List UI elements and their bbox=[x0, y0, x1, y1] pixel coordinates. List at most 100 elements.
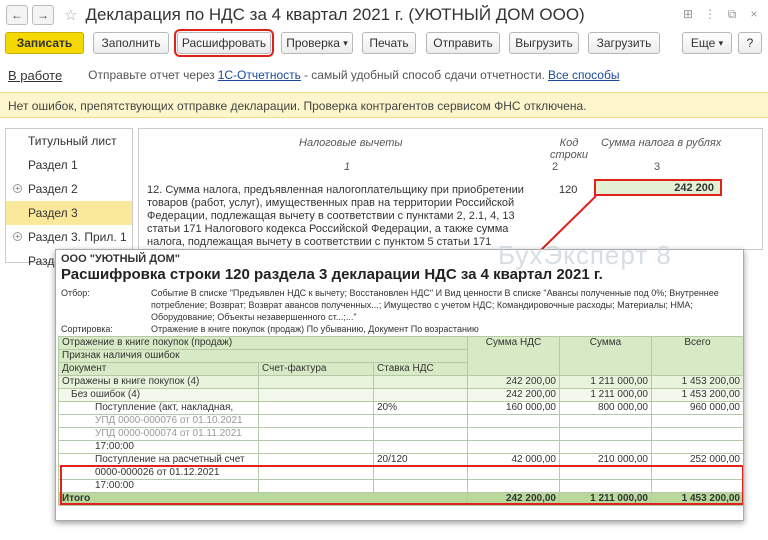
cell-total: 252 000,00 bbox=[651, 453, 743, 467]
cell-document: УПД 0000-000074 от 01.11.2021 bbox=[58, 427, 259, 441]
cell-document: 0000-000026 от 01.12.2021 bbox=[58, 466, 259, 480]
send-button[interactable]: Отправить bbox=[426, 32, 500, 54]
cell-invoice bbox=[258, 388, 374, 402]
check-button[interactable]: Проверка ▾ bbox=[281, 32, 353, 54]
cell-document: Поступление (акт, накладная, bbox=[58, 401, 259, 415]
export-button[interactable]: Выгрузить bbox=[509, 32, 579, 54]
watermark: БухЭксперт 8 bbox=[498, 240, 672, 270]
import-button[interactable]: Загрузить bbox=[588, 32, 660, 54]
tree-item-label: Раздел 1 bbox=[28, 158, 78, 172]
cell-rate bbox=[373, 375, 468, 389]
column-header-code: Код строки bbox=[549, 137, 589, 161]
header-sum: Сумма bbox=[559, 336, 652, 376]
tree-item-label: Разд bbox=[28, 254, 55, 268]
cell-vat: 42 000,00 bbox=[467, 453, 560, 467]
link-icon[interactable]: ⊞ bbox=[680, 6, 696, 22]
cell-sum: 1 211 000,00 bbox=[559, 388, 652, 402]
cell-sum: 800 000,00 bbox=[559, 401, 652, 415]
cell-vat: 242 200,00 bbox=[467, 375, 560, 389]
tree-item-section-2[interactable]: + Раздел 2 bbox=[6, 177, 132, 201]
check-button-label: Проверка bbox=[286, 36, 340, 50]
arrow-right-icon: → bbox=[37, 8, 49, 22]
cell-sum: 1 211 000,00 bbox=[559, 375, 652, 389]
arrow-left-icon: ← bbox=[11, 8, 23, 22]
chevron-down-icon: ▾ bbox=[343, 37, 348, 48]
total-label: Итого bbox=[58, 492, 468, 506]
toolbar: Записать Заполнить Расшифровать Проверка… bbox=[0, 29, 768, 57]
cell-total: 1 453 200,00 bbox=[651, 388, 743, 402]
window-controls: ⊞ ⋮ ⧉ × bbox=[680, 6, 762, 22]
cell-document: Без ошибок (4) bbox=[58, 388, 259, 402]
sort-label: Сортировка: bbox=[61, 324, 113, 334]
table-total-row: Итого 242 200,00 1 211 000,00 1 453 200,… bbox=[58, 492, 743, 506]
tree-item-label: Раздел 3. Прил. 1 bbox=[28, 230, 127, 244]
column-header-sum: Сумма налога в рублях bbox=[601, 137, 722, 149]
forward-button[interactable]: → bbox=[32, 5, 54, 25]
report-table: Отражение в книге покупок (продаж) Сумма… bbox=[58, 336, 743, 506]
cell-total: 960 000,00 bbox=[651, 401, 743, 415]
cell-document: Отражены в книге покупок (4) bbox=[58, 375, 259, 389]
info-text: Отправьте отчет через bbox=[88, 68, 215, 82]
expand-icon[interactable]: + bbox=[13, 184, 22, 193]
total-sum: 1 211 000,00 bbox=[559, 492, 652, 506]
header-invoice: Счет-фактура bbox=[258, 362, 374, 376]
table-row[interactable]: 0000-000026 от 01.12.2021 bbox=[58, 466, 743, 480]
header-vat-sum: Сумма НДС bbox=[467, 336, 560, 376]
help-button[interactable]: ? bbox=[738, 32, 762, 54]
tree-item-label: Титульный лист bbox=[28, 134, 117, 148]
print-button[interactable]: Печать bbox=[362, 32, 416, 54]
line-code: 120 bbox=[559, 184, 578, 196]
table-row[interactable]: Без ошибок (4) 242 200,00 1 211 000,00 1… bbox=[58, 388, 743, 402]
info-line: В работе Отправьте отчет через 1С-Отчетн… bbox=[8, 67, 758, 83]
header-document: Документ bbox=[58, 362, 259, 376]
tree-item-section-3-app-1[interactable]: + Раздел 3. Прил. 1 bbox=[6, 225, 132, 249]
cell-rate: 20/120 bbox=[373, 453, 468, 467]
record-button[interactable]: Записать bbox=[5, 32, 84, 54]
cell-invoice bbox=[258, 375, 374, 389]
1c-reporting-link[interactable]: 1С-Отчетность bbox=[218, 68, 301, 82]
back-button[interactable]: ← bbox=[6, 5, 28, 25]
cell-vat: 160 000,00 bbox=[467, 401, 560, 415]
total-vat: 242 200,00 bbox=[467, 492, 560, 506]
cell-sum: 210 000,00 bbox=[559, 453, 652, 467]
header-total: Всего bbox=[651, 336, 743, 376]
report-org: ООО "УЮТНЫЙ ДОМ" bbox=[61, 253, 181, 265]
column-number-3: 3 bbox=[654, 161, 661, 173]
all-methods-link[interactable]: Все способы bbox=[548, 68, 620, 82]
status-banner: Нет ошибок, препятствующих отправке декл… bbox=[0, 92, 768, 118]
table-row[interactable]: Поступление на расчетный счет 20/120 42 … bbox=[58, 453, 743, 467]
more-vertical-icon[interactable]: ⋮ bbox=[702, 6, 718, 22]
fill-button[interactable]: Заполнить bbox=[93, 32, 169, 54]
filter-label: Отбор: bbox=[61, 288, 90, 298]
cell-rate bbox=[373, 388, 468, 402]
table-row[interactable]: 17:00:00 bbox=[58, 479, 743, 493]
expand-icon[interactable]: + bbox=[13, 232, 22, 241]
table-row[interactable]: УПД 0000-000076 от 01.10.2021 bbox=[58, 414, 743, 428]
more-button[interactable]: Еще ▾ bbox=[682, 32, 732, 54]
header-rate: Ставка НДС bbox=[373, 362, 468, 376]
tree-item-title-page[interactable]: Титульный лист bbox=[6, 129, 132, 153]
tree-item-label: Раздел 3 bbox=[28, 206, 78, 220]
table-row[interactable]: Поступление (акт, накладная, 20% 160 000… bbox=[58, 401, 743, 415]
star-icon[interactable]: ☆ bbox=[64, 6, 77, 24]
tree-item-section-1[interactable]: Раздел 1 bbox=[6, 153, 132, 177]
total-total: 1 453 200,00 bbox=[651, 492, 743, 506]
info-text-2: - самый удобный способ сдачи отчетности. bbox=[303, 68, 545, 82]
line-120-amount-field[interactable]: 242 200 bbox=[594, 179, 722, 196]
close-icon[interactable]: × bbox=[746, 6, 762, 22]
sort-value: Отражение в книге покупок (продаж) По уб… bbox=[151, 324, 479, 334]
chevron-down-icon: ▾ bbox=[718, 37, 724, 48]
cell-invoice bbox=[258, 401, 374, 415]
restore-icon[interactable]: ⧉ bbox=[724, 6, 740, 22]
cell-document: 17:00:00 bbox=[58, 479, 259, 493]
cell-document: УПД 0000-000076 от 01.10.2021 bbox=[58, 414, 259, 428]
table-row[interactable]: УПД 0000-000074 от 01.11.2021 bbox=[58, 427, 743, 441]
filter-value: Событие В списке "Предъявлен НДС к вычет… bbox=[151, 288, 719, 322]
more-button-label: Еще bbox=[690, 36, 716, 50]
table-row[interactable]: Отражены в книге покупок (4) 242 200,00 … bbox=[58, 375, 743, 389]
status-link[interactable]: В работе bbox=[8, 68, 62, 83]
cell-rate: 20% bbox=[373, 401, 468, 415]
tree-item-section-3[interactable]: Раздел 3 bbox=[6, 201, 132, 225]
table-row[interactable]: 17:00:00 bbox=[58, 440, 743, 454]
decrypt-button[interactable]: Расшифровать bbox=[174, 29, 274, 57]
